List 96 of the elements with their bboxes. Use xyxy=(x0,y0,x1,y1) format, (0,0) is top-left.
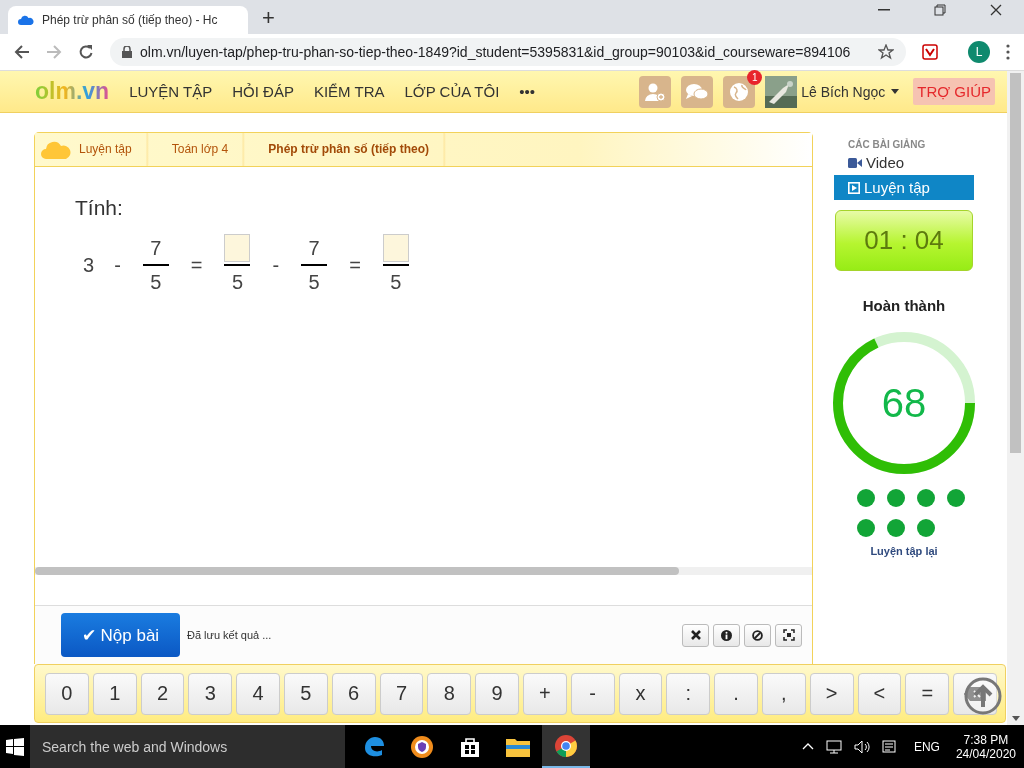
operator: = xyxy=(190,253,203,277)
save-status: Đã lưu kết quả ... xyxy=(187,629,272,641)
keypad-key[interactable]: < xyxy=(857,672,902,715)
clock-time[interactable]: 7:38 PM xyxy=(963,732,1009,747)
keypad-key[interactable]: 3 xyxy=(188,672,233,715)
nav-link[interactable]: KIỂM TRA xyxy=(313,83,385,100)
chat-icon xyxy=(685,81,710,102)
nav-link[interactable]: ••• xyxy=(519,83,536,100)
folder-icon xyxy=(506,736,530,757)
close-icon[interactable] xyxy=(990,4,1002,16)
number: 3 xyxy=(83,253,95,277)
retry-link[interactable]: Luyện tập lại xyxy=(870,545,938,557)
nav-link[interactable]: LỚP CỦA TÔI xyxy=(404,83,500,100)
edge-icon xyxy=(362,734,386,759)
nav-link[interactable]: LUYỆN TẬP xyxy=(129,83,213,100)
fullscreen-icon xyxy=(782,629,795,641)
windows-start-icon[interactable] xyxy=(6,737,24,756)
scroll-to-top-icon[interactable] xyxy=(964,677,1002,715)
chevron-up-icon[interactable] xyxy=(801,743,814,750)
operator: - xyxy=(272,253,280,277)
keypad-key[interactable]: = xyxy=(905,672,950,715)
clock-date[interactable]: 24/04/2020 xyxy=(955,746,1016,761)
info-icon xyxy=(721,629,732,641)
play-icon xyxy=(848,181,860,194)
taskbar-search-field[interactable]: Search the web and Windows xyxy=(30,725,345,768)
denominator: 5 xyxy=(390,270,402,295)
volume-icon[interactable] xyxy=(853,739,870,754)
timer: 01 : 04 xyxy=(835,210,973,271)
keypad-key[interactable]: . xyxy=(714,672,758,715)
video-camera-icon xyxy=(848,157,862,168)
keypad-key[interactable]: : xyxy=(666,672,711,715)
keypad-key[interactable]: + xyxy=(522,672,567,715)
keypad-key[interactable]: x xyxy=(618,672,663,715)
chrome-icon xyxy=(554,733,578,758)
cloud-icon xyxy=(41,140,71,159)
lock-icon xyxy=(122,46,132,58)
minimize-icon[interactable] xyxy=(878,9,890,11)
world-button[interactable] xyxy=(723,75,756,108)
language-indicator[interactable]: ENG xyxy=(913,739,940,754)
profile-avatar[interactable]: L xyxy=(968,41,990,63)
browser-tab[interactable]: Phép trừ phân số (tiếp theo) - Hc xyxy=(8,6,248,34)
keypad-key[interactable]: 1 xyxy=(92,672,137,715)
numerator: 7 xyxy=(150,236,162,261)
close-icon xyxy=(690,630,701,640)
fullscreen-button[interactable] xyxy=(775,623,802,647)
scroll-down-icon[interactable] xyxy=(1011,716,1020,721)
keypad-key[interactable]: - xyxy=(570,672,615,715)
denominator: 5 xyxy=(231,270,244,295)
menu-icon[interactable] xyxy=(1006,44,1010,60)
scrollbar-thumb[interactable] xyxy=(1010,73,1021,453)
keypad-key[interactable]: 9 xyxy=(475,672,519,715)
star-icon[interactable] xyxy=(878,44,894,60)
extension-icon[interactable] xyxy=(922,44,938,60)
backspace-key[interactable] xyxy=(953,672,997,715)
caret-icon xyxy=(891,89,900,94)
keypad-key[interactable]: , xyxy=(761,672,806,715)
keypad-key[interactable]: > xyxy=(809,672,854,715)
submit-button[interactable]: ✔ Nộp bài xyxy=(61,613,180,657)
scrollbar-thumb[interactable] xyxy=(35,567,679,575)
restore-icon[interactable] xyxy=(934,4,946,16)
shield-icon xyxy=(410,734,434,759)
shopping-bag-icon xyxy=(459,735,481,758)
keypad-key[interactable]: 4 xyxy=(236,672,280,715)
backspace-icon xyxy=(964,686,987,701)
address-field[interactable]: olm.vn/luyen-tap/phep-tru-phan-so-tiep-theo-1849?id_student=5395831&id_group=90103&id_courseware=894106 xyxy=(110,38,906,66)
progress-title: Hoàn thành xyxy=(862,297,946,314)
denominator: 5 xyxy=(150,270,162,295)
network-icon[interactable] xyxy=(825,739,842,754)
numerator: 7 xyxy=(308,236,320,261)
operator: - xyxy=(114,253,121,277)
denominator: 5 xyxy=(308,270,320,295)
operator: = xyxy=(349,253,361,277)
prohibited-icon xyxy=(752,629,763,641)
question-prompt: Tính: xyxy=(75,196,124,220)
tab-title: Phép trừ phân số (tiếp theo) - Hc xyxy=(42,13,218,27)
lesson-link[interactable]: Luyện tập xyxy=(834,175,974,200)
keypad-key[interactable]: 6 xyxy=(331,672,376,715)
back-icon[interactable] xyxy=(14,44,30,60)
keypad-key[interactable]: 8 xyxy=(427,672,472,715)
keypad-key[interactable]: 5 xyxy=(284,672,328,715)
block-button[interactable] xyxy=(744,623,771,647)
user-menu[interactable]: Lê Bích Ngọc xyxy=(801,83,900,100)
keypad-key[interactable]: 7 xyxy=(379,672,424,715)
progress-value: 68 xyxy=(881,380,927,426)
section-heading: CÁC BÀI GIẢNG xyxy=(848,139,926,150)
lesson-link[interactable]: Video xyxy=(834,150,974,175)
new-tab-button[interactable]: + xyxy=(262,6,275,30)
notification-icon[interactable] xyxy=(881,739,898,754)
keypad-key[interactable]: 0 xyxy=(45,672,89,715)
taskbar-app[interactable] xyxy=(542,725,590,768)
nav-link[interactable]: HỎI ĐÁP xyxy=(232,83,294,100)
keypad-key[interactable]: 2 xyxy=(140,672,185,715)
cloud-icon xyxy=(18,15,34,25)
close-button[interactable] xyxy=(682,623,709,647)
info-button[interactable] xyxy=(713,623,740,647)
reload-icon[interactable] xyxy=(78,44,94,60)
